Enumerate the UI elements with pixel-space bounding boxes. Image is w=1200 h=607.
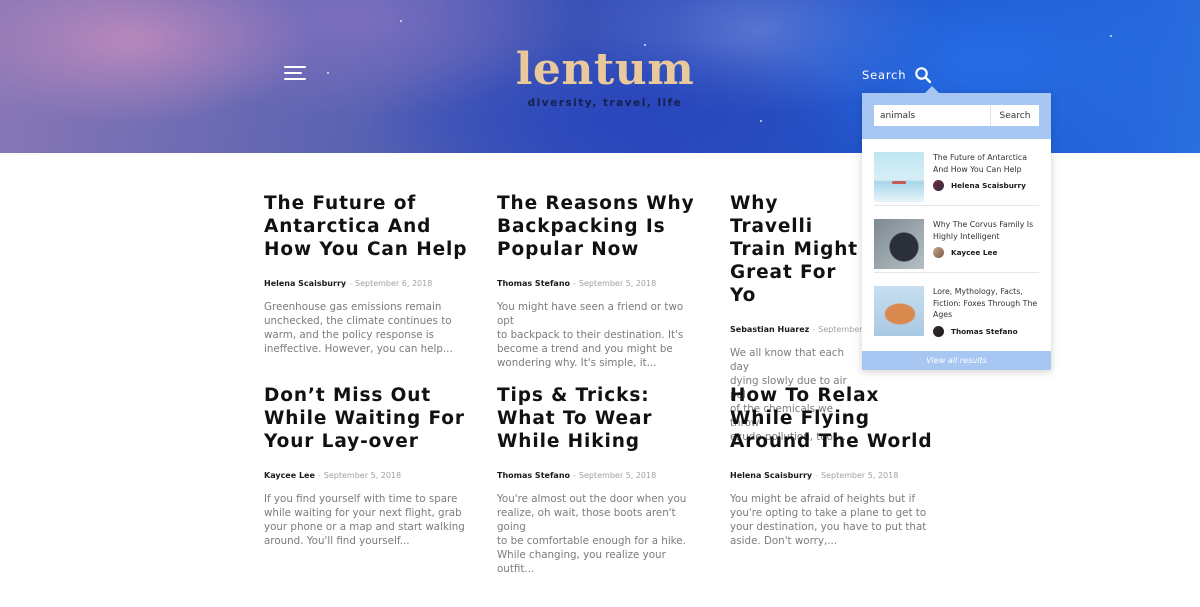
hamburger-menu-icon[interactable] xyxy=(284,66,308,82)
dropdown-arrow xyxy=(925,86,939,93)
result-title: Lore, Mythology, Facts, Fiction: Foxes T… xyxy=(933,287,1038,319)
post-excerpt: You might have seen a friend or two opt … xyxy=(497,301,684,369)
post-meta: Helena Scaisburry - September 6, 2018 xyxy=(264,279,469,288)
view-all-results-link[interactable]: View all results xyxy=(862,351,1051,370)
search-form: Search xyxy=(862,93,1051,139)
meta-separator: - xyxy=(573,279,576,288)
post-meta: Sebastian Huarez-September 5, xyxy=(730,325,862,334)
avatar xyxy=(933,180,944,191)
result-thumbnail xyxy=(874,286,924,336)
avatar xyxy=(933,247,944,258)
post-author[interactable]: Sebastian Huarez xyxy=(730,325,809,334)
post-meta: Helena Scaisburry - September 5, 2018 xyxy=(730,471,945,480)
post-author[interactable]: Helena Scaisburry xyxy=(264,279,346,288)
post-meta: Kaycee Lee - September 5, 2018 xyxy=(264,471,469,480)
post-author[interactable]: Thomas Stefano xyxy=(497,471,570,480)
search-toggle-label: Search xyxy=(862,68,907,82)
post-date: September 6, 2018 xyxy=(355,279,433,288)
post-excerpt: Greenhouse gas emissions remain unchecke… xyxy=(264,301,453,355)
search-result-item[interactable]: The Future of Antarctica And How You Can… xyxy=(874,139,1039,206)
result-author: Helena Scaisburry xyxy=(951,181,1026,190)
post-date: September 5, 2018 xyxy=(821,471,899,480)
post-title[interactable]: Don’t Miss Out While Waiting For Your La… xyxy=(264,384,469,453)
search-toggle[interactable]: Search xyxy=(862,66,932,84)
result-thumbnail xyxy=(874,219,924,269)
post-card: Tips & Tricks: What To Wear While Hiking… xyxy=(497,384,702,576)
search-result-item[interactable]: Why The Corvus Family Is Highly Intellig… xyxy=(874,206,1039,273)
search-submit-button[interactable]: Search xyxy=(991,105,1039,126)
post-card: The Reasons Why Backpacking Is Popular N… xyxy=(497,192,702,370)
search-result-item[interactable]: Lore, Mythology, Facts, Fiction: Foxes T… xyxy=(874,273,1039,340)
meta-separator: - xyxy=(317,471,321,480)
avatar xyxy=(933,325,944,337)
meta-separator: - xyxy=(812,325,816,334)
result-title: The Future of Antarctica And How You Can… xyxy=(933,153,1028,174)
post-date: September 5, 2018 xyxy=(323,471,402,480)
post-date: September 5, 2018 xyxy=(578,471,657,480)
result-author: Kaycee Lee xyxy=(951,248,998,257)
search-icon xyxy=(915,67,932,84)
post-excerpt: You might be afraid of heights but if yo… xyxy=(730,493,927,547)
post-date: September 5, 2018 xyxy=(578,279,657,288)
post-author[interactable]: Kaycee Lee xyxy=(264,471,315,480)
logo-text: lentum xyxy=(515,44,695,95)
post-card: The Future of Antarctica And How You Can… xyxy=(264,192,469,356)
search-results-list: The Future of Antarctica And How You Can… xyxy=(862,139,1051,340)
post-excerpt: If you find yourself with time to spare … xyxy=(264,493,465,547)
post-date: September 5, xyxy=(818,325,862,334)
post-title[interactable]: The Future of Antarctica And How You Can… xyxy=(264,192,469,261)
post-title[interactable]: Why Travelli Train Might Great For Yo xyxy=(730,192,862,307)
search-input[interactable] xyxy=(874,105,991,126)
post-excerpt: You're almost out the door when you real… xyxy=(497,493,687,575)
post-card: How To Relax While Flying Around The Wor… xyxy=(730,384,945,548)
site-tagline: diversity, travel, life xyxy=(527,97,683,109)
search-dropdown: Search The Future of Antarctica And How … xyxy=(862,86,1051,370)
meta-separator: - xyxy=(349,279,352,288)
post-meta: Thomas Stefano - September 5, 2018 xyxy=(497,279,702,288)
post-meta: Thomas Stefano - September 5, 2018 xyxy=(497,471,702,480)
post-author[interactable]: Thomas Stefano xyxy=(497,279,570,288)
result-title: Why The Corvus Family Is Highly Intellig… xyxy=(933,220,1034,241)
post-title[interactable]: How To Relax While Flying Around The Wor… xyxy=(730,384,945,453)
star-decoration xyxy=(400,20,402,22)
post-card: Don’t Miss Out While Waiting For Your La… xyxy=(264,384,469,548)
meta-separator: - xyxy=(815,471,818,480)
meta-separator: - xyxy=(573,471,576,480)
post-title[interactable]: The Reasons Why Backpacking Is Popular N… xyxy=(497,192,702,261)
star-decoration xyxy=(760,120,762,122)
result-thumbnail xyxy=(874,152,924,202)
result-author: Thomas Stefano xyxy=(951,326,1018,336)
post-title[interactable]: Tips & Tricks: What To Wear While Hiking xyxy=(497,384,702,453)
post-author[interactable]: Helena Scaisburry xyxy=(730,471,812,480)
site-logo[interactable]: lentum xyxy=(500,44,710,96)
star-decoration xyxy=(327,72,329,74)
star-decoration xyxy=(1110,35,1112,37)
